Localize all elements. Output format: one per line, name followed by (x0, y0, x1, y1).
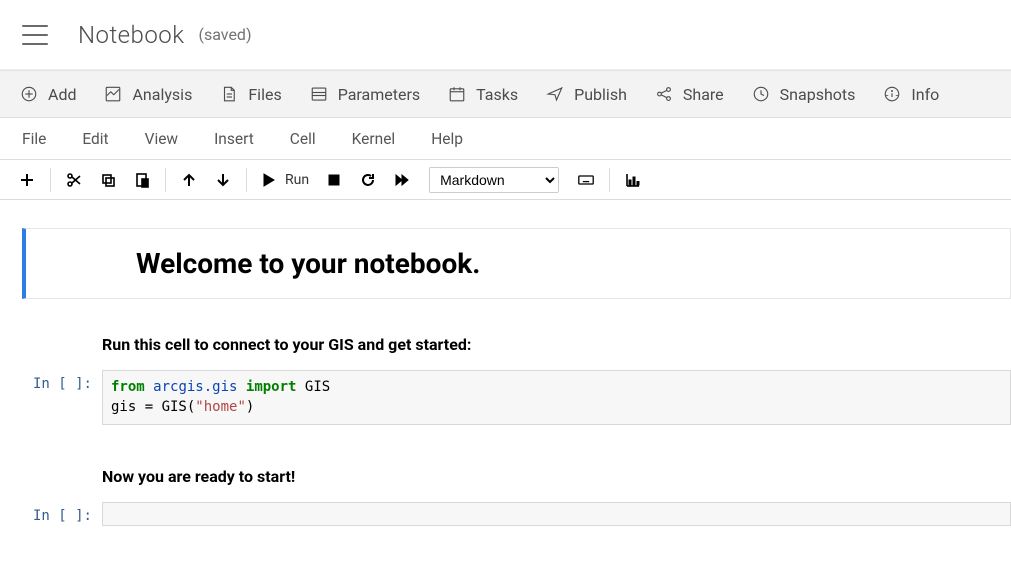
tasks-icon (448, 85, 466, 103)
insert-cell-button[interactable] (10, 165, 44, 195)
copy-button[interactable] (91, 165, 125, 195)
restart-run-all-button[interactable] (385, 165, 419, 195)
app-title: Notebook (78, 21, 184, 49)
share-action[interactable]: Share (643, 77, 736, 112)
parameters-action[interactable]: Parameters (298, 77, 432, 112)
title-bar: Notebook (saved) (0, 0, 1011, 70)
snapshots-action[interactable]: Snapshots (740, 77, 868, 112)
play-icon (261, 172, 277, 188)
add-label: Add (48, 85, 76, 104)
keyboard-icon (578, 172, 594, 188)
files-label: Files (248, 85, 281, 104)
files-action[interactable]: Files (208, 77, 293, 112)
share-label: Share (683, 85, 724, 104)
prompt: In [ ]: (22, 370, 102, 425)
menu-kernel[interactable]: Kernel (336, 122, 412, 156)
chart-button[interactable] (616, 165, 650, 195)
ready-text: Now you are ready to start! (102, 463, 1011, 490)
saved-status: (saved) (198, 25, 251, 44)
action-bar: Add Analysis Files Parameters Tasks Publ… (0, 70, 1011, 118)
restart-icon (360, 172, 376, 188)
info-label: Info (911, 85, 939, 104)
move-down-button[interactable] (206, 165, 240, 195)
command-palette-button[interactable] (569, 165, 603, 195)
menu-icon[interactable] (22, 25, 48, 45)
publish-icon (546, 85, 564, 103)
stop-icon (326, 172, 342, 188)
info-action[interactable]: Info (871, 77, 951, 112)
add-action[interactable]: Add (8, 77, 88, 112)
fast-forward-icon (394, 172, 410, 188)
analysis-label: Analysis (132, 85, 192, 104)
copy-icon (100, 172, 116, 188)
cut-button[interactable] (57, 165, 91, 195)
interrupt-button[interactable] (317, 165, 351, 195)
publish-label: Publish (574, 85, 627, 104)
markdown-cell-ready[interactable]: Now you are ready to start! (22, 463, 1011, 490)
run-button[interactable]: Run (253, 165, 317, 195)
share-icon (655, 85, 673, 103)
plus-circle-icon (20, 85, 38, 103)
menu-cell[interactable]: Cell (274, 122, 332, 156)
menu-file[interactable]: File (6, 122, 62, 156)
files-icon (220, 85, 238, 103)
parameters-label: Parameters (338, 85, 420, 104)
markdown-cell-welcome[interactable]: Welcome to your notebook. (22, 228, 1011, 299)
paste-button[interactable] (125, 165, 159, 195)
menu-bar: File Edit View Insert Cell Kernel Help (0, 118, 1011, 160)
snapshots-icon (752, 85, 770, 103)
parameters-icon (310, 85, 328, 103)
info-icon (883, 85, 901, 103)
snapshots-label: Snapshots (780, 85, 856, 104)
scissors-icon (66, 172, 82, 188)
menu-view[interactable]: View (129, 122, 195, 156)
code-input[interactable]: from arcgis.gis import GIS gis = GIS("ho… (102, 370, 1011, 425)
restart-button[interactable] (351, 165, 385, 195)
code-cell-2[interactable]: In [ ]: (22, 502, 1011, 526)
move-up-button[interactable] (172, 165, 206, 195)
arrow-down-icon (215, 172, 231, 188)
prompt: In [ ]: (22, 502, 102, 526)
tasks-label: Tasks (476, 85, 518, 104)
toolbar: Run Markdown (0, 160, 1011, 200)
code-input[interactable] (102, 502, 1011, 526)
tasks-action[interactable]: Tasks (436, 77, 530, 112)
menu-edit[interactable]: Edit (66, 122, 124, 156)
runhint-text: Run this cell to connect to your GIS and… (102, 331, 1011, 358)
plus-icon (19, 172, 35, 188)
menu-help[interactable]: Help (415, 122, 479, 156)
notebook-area: Welcome to your notebook. Run this cell … (0, 200, 1011, 526)
markdown-cell-runhint[interactable]: Run this cell to connect to your GIS and… (22, 331, 1011, 358)
analysis-icon (104, 85, 122, 103)
run-label: Run (285, 172, 309, 188)
menu-insert[interactable]: Insert (198, 122, 270, 156)
chart-icon (625, 172, 641, 188)
cell-type-select[interactable]: Markdown (429, 167, 559, 193)
welcome-heading: Welcome to your notebook. (136, 247, 1010, 280)
code-cell-1[interactable]: In [ ]: from arcgis.gis import GIS gis =… (22, 370, 1011, 425)
publish-action[interactable]: Publish (534, 77, 639, 112)
arrow-up-icon (181, 172, 197, 188)
paste-icon (134, 172, 150, 188)
analysis-action[interactable]: Analysis (92, 77, 204, 112)
